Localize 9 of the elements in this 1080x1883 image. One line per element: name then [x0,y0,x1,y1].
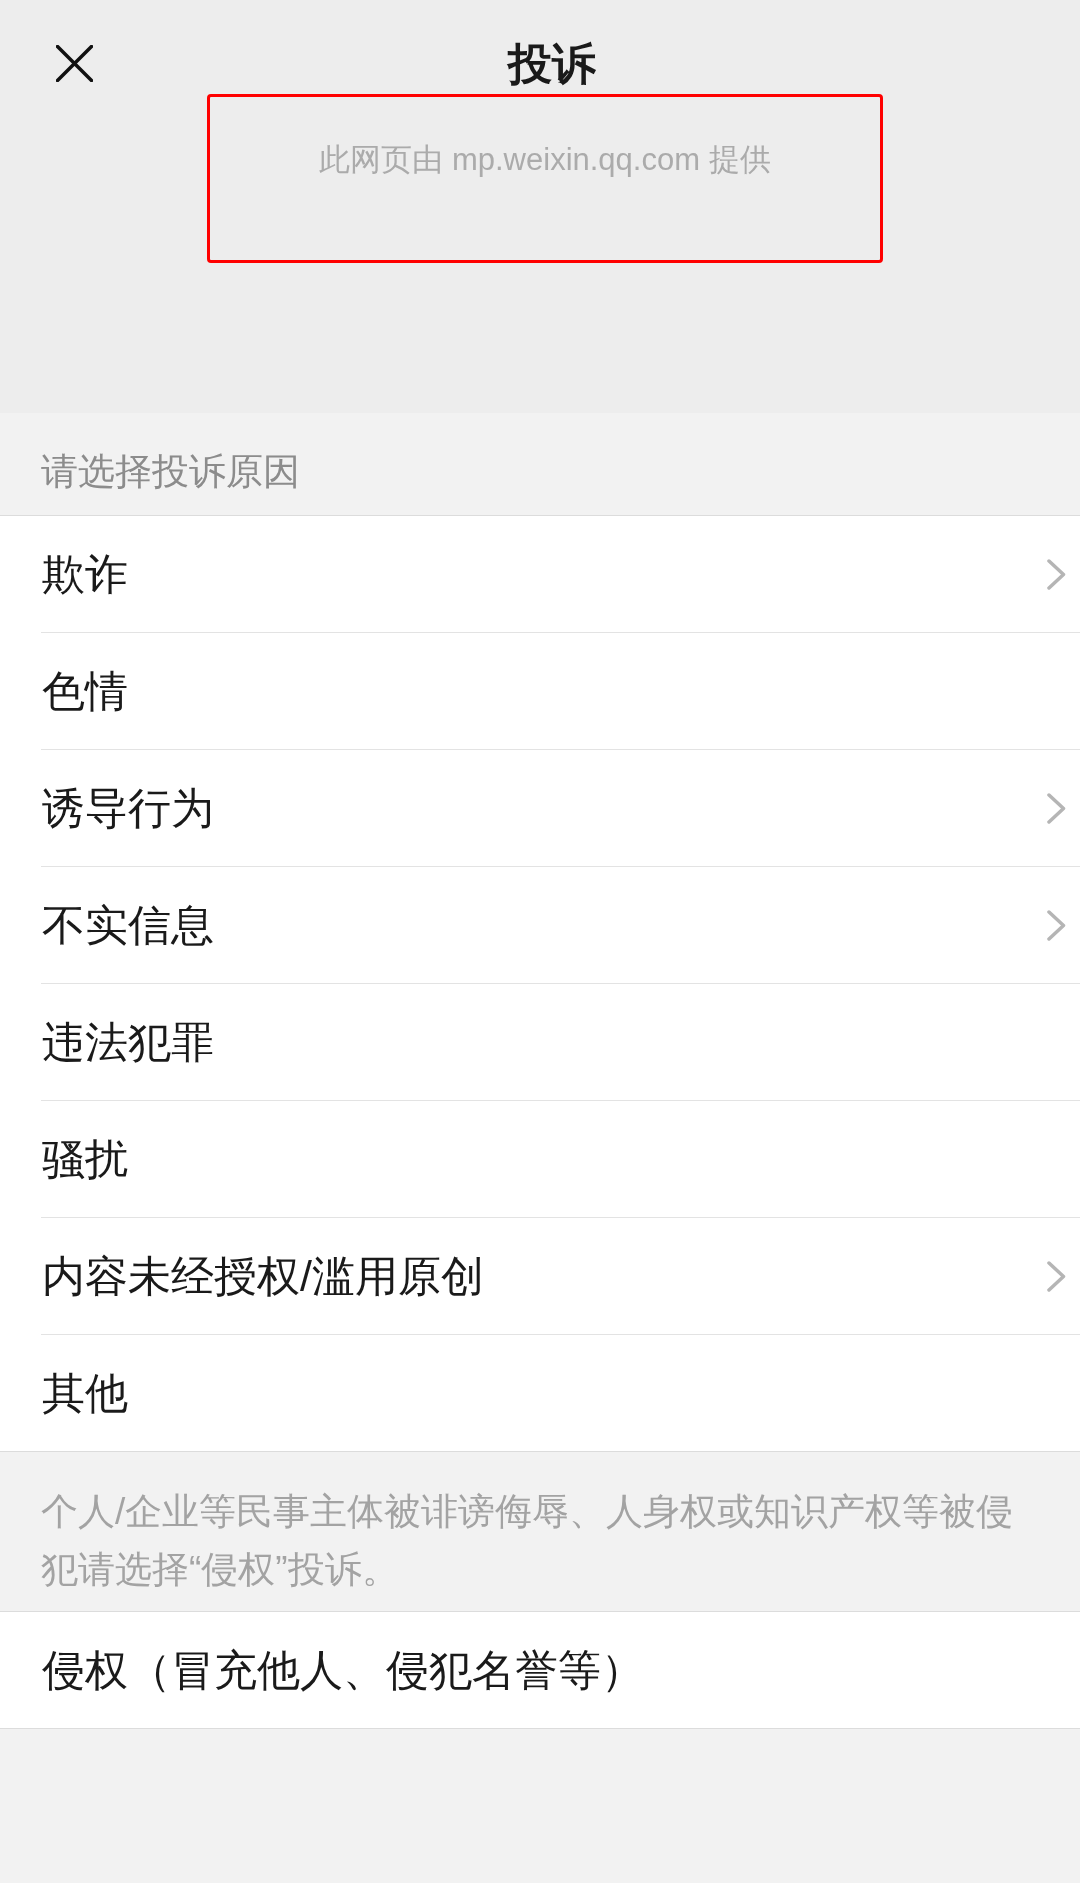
page-title: 投诉 [508,40,596,88]
chevron-right-icon [1047,792,1066,824]
info-note: 个人/企业等民事主体被诽谤侮辱、人身权或知识产权等被侵犯请选择“侵权”投诉。 [41,1490,1015,1592]
chevron-right-icon [1047,558,1066,590]
section-title: 请选择投诉原因 [41,451,300,492]
close-icon[interactable] [56,45,93,82]
chevron-right-icon [1047,1260,1066,1292]
chevron-right-icon [1047,909,1066,941]
provider-notice: 此网页由 mp.weixin.qq.com 提供 [319,142,771,178]
